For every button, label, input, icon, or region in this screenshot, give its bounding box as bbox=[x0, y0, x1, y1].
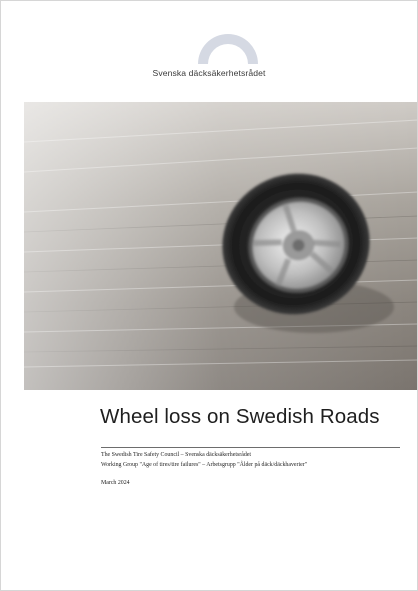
title-divider bbox=[101, 447, 400, 448]
working-group-line: Working Group "Age of tires/tire failure… bbox=[101, 462, 308, 468]
organization-name: Svenska däcksäkerhetsrådet bbox=[152, 68, 266, 78]
organization-logo: Svenska däcksäkerhetsrådet bbox=[0, 24, 418, 84]
document-title: Wheel loss on Swedish Roads bbox=[100, 405, 380, 428]
publication-date: March 2024 bbox=[101, 480, 130, 486]
cover-photo bbox=[24, 102, 418, 390]
spinning-wheel-photo bbox=[24, 102, 418, 390]
council-line: The Swedish Tire Safety Council – Svensk… bbox=[101, 452, 252, 458]
logo-arch-icon bbox=[198, 34, 258, 64]
document-cover-page: Svenska däcksäkerhetsrådet Wheel loss on… bbox=[0, 0, 418, 591]
